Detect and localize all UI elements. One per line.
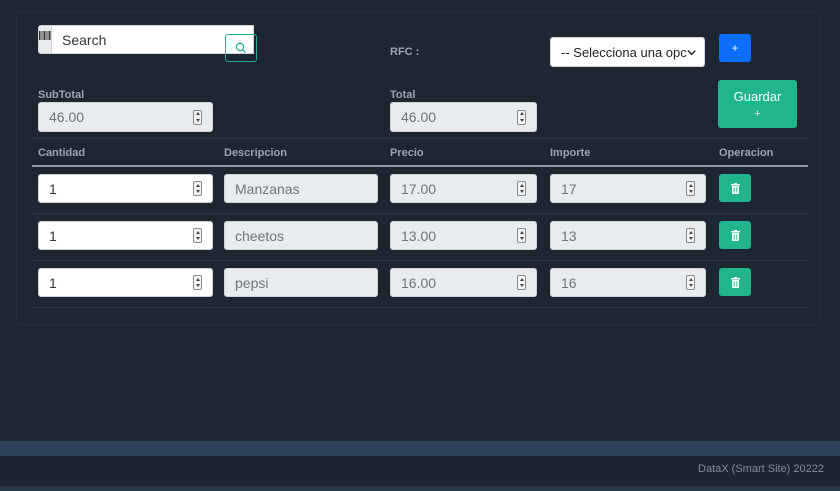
precio-field: 13.00	[390, 221, 537, 250]
spinner-icon[interactable]	[193, 275, 202, 290]
descripcion-value: cheetos	[235, 227, 285, 244]
cantidad-value: 1	[49, 180, 57, 197]
spinner-icon	[517, 228, 526, 243]
spinner-icon[interactable]	[193, 228, 202, 243]
cantidad-input[interactable]: 1	[38, 174, 213, 203]
guardar-button[interactable]: Guardar +	[718, 80, 797, 128]
trash-icon	[730, 182, 740, 194]
precio-value: 17.00	[401, 180, 437, 197]
spinner-icon	[193, 109, 202, 125]
descripcion-field: pepsi	[224, 268, 378, 297]
guardar-plus: +	[754, 107, 761, 120]
header-precio: Precio	[390, 147, 424, 159]
total-field: 46.00	[390, 102, 537, 132]
header-importe: Importe	[550, 147, 591, 159]
descripcion-field: Manzanas	[224, 174, 378, 203]
cantidad-value: 1	[49, 274, 57, 291]
spinner-icon[interactable]	[193, 181, 202, 196]
spinner-icon	[686, 228, 695, 243]
guardar-label: Guardar	[733, 88, 782, 104]
delete-row-button[interactable]	[719, 268, 751, 296]
add-client-button[interactable]: +	[719, 34, 751, 62]
precio-field: 17.00	[390, 174, 537, 203]
search-button[interactable]	[225, 34, 257, 62]
spinner-icon	[517, 275, 526, 290]
bottom-strip	[0, 486, 840, 491]
importe-value: 17	[561, 180, 577, 197]
spinner-icon	[517, 181, 526, 196]
header-cantidad: Cantidad	[38, 147, 86, 159]
precio-value: 16.00	[401, 274, 437, 291]
header-descripcion: Descripcion	[224, 147, 287, 159]
importe-field: 16	[550, 268, 706, 297]
cantidad-input[interactable]: 1	[38, 221, 213, 250]
barcode-icon	[39, 31, 51, 40]
row-divider	[32, 307, 808, 308]
row-divider	[32, 260, 808, 261]
footer: DataX (Smart Site) 20222	[0, 456, 840, 486]
descripcion-value: pepsi	[235, 274, 269, 291]
table-header-divider	[32, 165, 808, 167]
trash-icon	[730, 229, 740, 241]
footer-band	[0, 441, 840, 456]
rfc-label: RFC :	[390, 46, 420, 58]
rfc-select[interactable]: -- Selecciona una opc	[550, 37, 705, 67]
subtotal-field: 46.00	[38, 102, 213, 132]
importe-value: 16	[561, 274, 577, 291]
search-icon	[235, 42, 246, 53]
chevron-down-icon	[687, 49, 696, 55]
footer-text: DataX (Smart Site) 20222	[698, 463, 824, 475]
spinner-icon	[517, 109, 526, 125]
descripcion-value: Manzanas	[235, 180, 300, 197]
importe-field: 17	[550, 174, 706, 203]
cantidad-input[interactable]: 1	[38, 268, 213, 297]
precio-field: 16.00	[390, 268, 537, 297]
importe-value: 13	[561, 227, 577, 244]
cantidad-value: 1	[49, 227, 57, 244]
subtotal-value: 46.00	[49, 109, 85, 125]
header-operacion: Operacion	[719, 147, 774, 159]
delete-row-button[interactable]	[719, 174, 751, 202]
delete-row-button[interactable]	[719, 221, 751, 249]
descripcion-field: cheetos	[224, 221, 378, 250]
subtotal-label: SubTotal	[38, 89, 85, 101]
spinner-icon	[686, 181, 695, 196]
spinner-icon	[686, 275, 695, 290]
divider	[32, 138, 808, 139]
importe-field: 13	[550, 221, 706, 250]
total-label: Total	[390, 89, 416, 101]
precio-value: 13.00	[401, 227, 437, 244]
total-value: 46.00	[401, 109, 437, 125]
trash-icon	[730, 276, 740, 288]
search-input[interactable]	[52, 25, 254, 54]
search-group	[38, 25, 254, 54]
barcode-button[interactable]	[38, 25, 52, 54]
rfc-select-value: -- Selecciona una opc	[561, 44, 687, 60]
row-divider	[32, 213, 808, 214]
